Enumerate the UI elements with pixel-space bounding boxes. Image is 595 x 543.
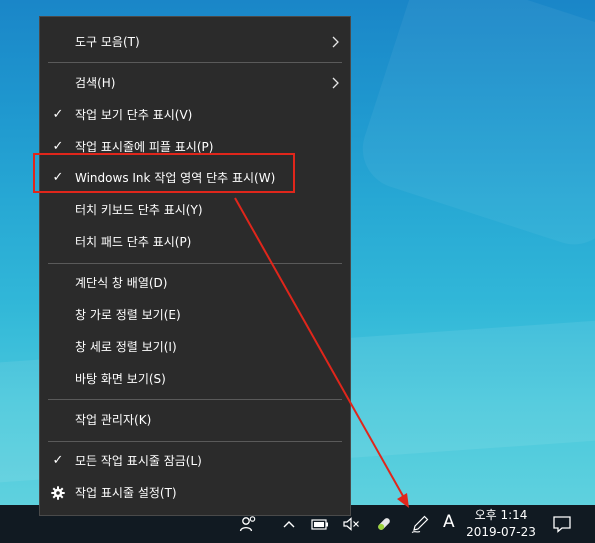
volume-muted-icon[interactable] (342, 514, 362, 534)
menu-item-show-desktop[interactable]: 바탕 화면 보기(S) (40, 364, 350, 394)
annotation-highlight-box (33, 153, 295, 193)
people-icon[interactable] (238, 514, 258, 534)
battery-icon[interactable] (310, 514, 330, 534)
menu-item-label: 터치 키보드 단추 표시(Y) (75, 203, 203, 217)
menu-item-show-task-view[interactable]: ✓ 작업 보기 단추 표시(V) (40, 100, 350, 130)
show-hidden-icons-chevron-icon[interactable] (279, 514, 299, 534)
checkmark-icon: ✓ (52, 107, 64, 122)
menu-item-search[interactable]: 검색(H) (40, 68, 350, 98)
gear-icon (51, 486, 65, 500)
checkmark-icon: ✓ (52, 453, 64, 468)
menu-separator (48, 263, 342, 264)
menu-item-cascade-windows[interactable]: 계단식 창 배열(D) (40, 268, 350, 298)
menu-item-label: 바탕 화면 보기(S) (75, 372, 166, 386)
clock-date: 2019-07-23 (466, 525, 536, 539)
taskbar-context-menu: 도구 모음(T) 검색(H) ✓ 작업 보기 단추 표시(V) ✓ 작업 표시줄… (39, 16, 351, 516)
menu-item-show-windows-side-by-side[interactable]: 창 세로 정렬 보기(I) (40, 332, 350, 362)
menu-separator (48, 399, 342, 400)
menu-item-label: 터치 패드 단추 표시(P) (75, 235, 192, 249)
menu-item-toolbars[interactable]: 도구 모음(T) (40, 27, 350, 57)
clock-time: 오후 1:14 (474, 508, 528, 522)
windows-ink-workspace-icon[interactable] (410, 514, 430, 534)
menu-item-label: 모든 작업 표시줄 잠금(L) (75, 454, 202, 468)
taskbar-clock[interactable]: 오후 1:14 2019-07-23 (460, 507, 542, 541)
menu-item-show-windows-stacked[interactable]: 창 가로 정렬 보기(E) (40, 300, 350, 330)
input-method-indicator[interactable]: A (443, 512, 455, 532)
menu-item-taskbar-settings[interactable]: 작업 표시줄 설정(T) (40, 478, 350, 508)
action-center-icon[interactable] (552, 514, 572, 534)
menu-item-label: 창 가로 정렬 보기(E) (75, 308, 181, 322)
menu-item-label: 계단식 창 배열(D) (75, 276, 168, 290)
menu-item-task-manager[interactable]: 작업 관리자(K) (40, 405, 350, 435)
menu-item-label: 창 세로 정렬 보기(I) (75, 340, 177, 354)
menu-separator (48, 62, 342, 63)
menu-separator (48, 441, 342, 442)
chevron-right-icon (332, 77, 339, 89)
menu-item-show-touchpad[interactable]: 터치 패드 단추 표시(P) (40, 227, 350, 257)
menu-item-lock-taskbar[interactable]: ✓ 모든 작업 표시줄 잠금(L) (40, 446, 350, 476)
menu-item-label: 작업 보기 단추 표시(V) (75, 108, 193, 122)
menu-item-label: 도구 모음(T) (75, 35, 140, 49)
menu-item-label: 검색(H) (75, 76, 116, 90)
menu-item-label: 작업 관리자(K) (75, 413, 152, 427)
wallpaper-band (352, 0, 595, 255)
menu-item-show-touch-keyboard[interactable]: 터치 키보드 단추 표시(Y) (40, 195, 350, 225)
chevron-right-icon (332, 36, 339, 48)
highlighter-app-icon[interactable] (374, 514, 394, 534)
menu-item-label: 작업 표시줄 설정(T) (75, 486, 177, 500)
